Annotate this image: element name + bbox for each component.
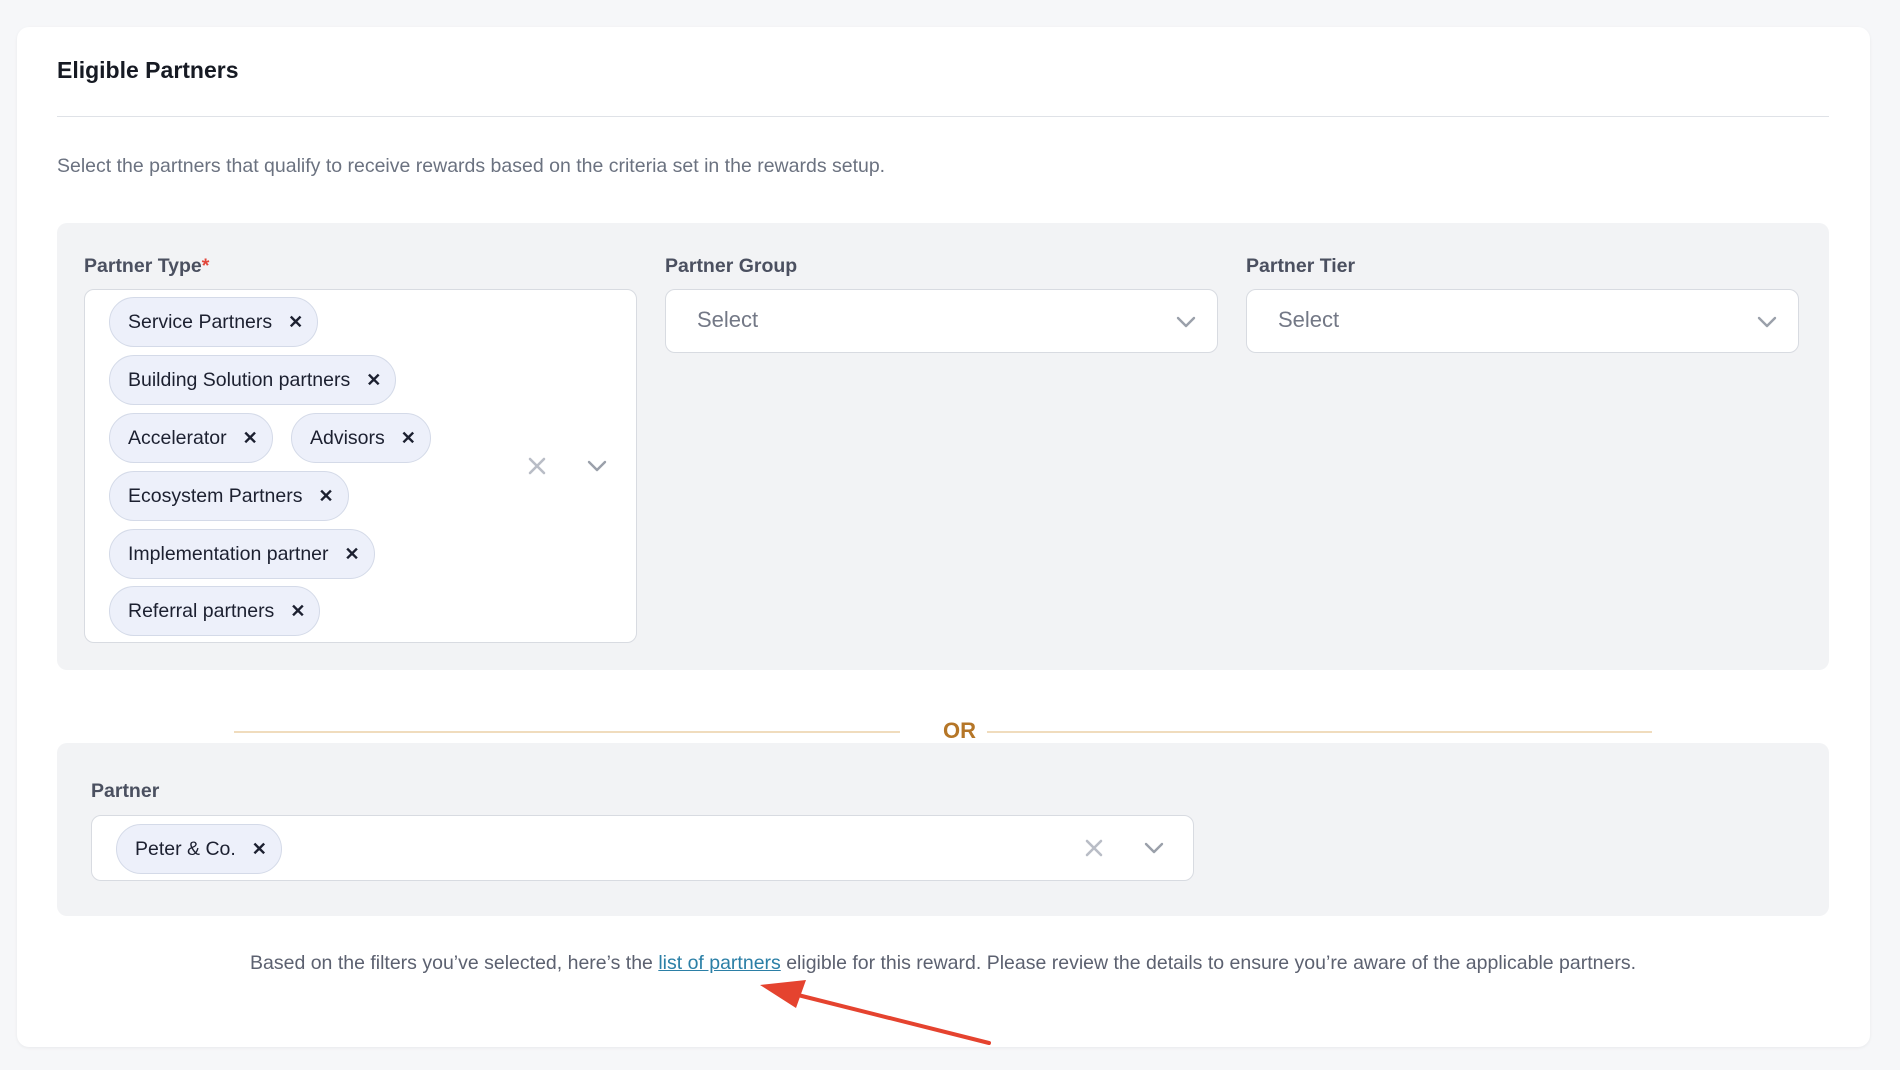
partner-panel: Partner Peter & Co. ✕ bbox=[57, 743, 1829, 916]
partner-group-select[interactable]: Select bbox=[665, 289, 1218, 353]
clear-icon[interactable] bbox=[1082, 836, 1106, 860]
close-icon[interactable]: ✕ bbox=[243, 429, 258, 447]
partner-tier-select[interactable]: Select bbox=[1246, 289, 1799, 353]
chip-peter-and-co: Peter & Co. ✕ bbox=[116, 824, 282, 874]
partner-tier-placeholder: Select bbox=[1278, 307, 1340, 332]
chevron-down-icon[interactable] bbox=[1755, 310, 1779, 334]
close-icon[interactable]: ✕ bbox=[318, 487, 333, 505]
clear-icon[interactable] bbox=[525, 454, 549, 478]
chip-service-partners: Service Partners ✕ bbox=[109, 297, 319, 347]
or-divider-right bbox=[987, 731, 1652, 733]
chip-implementation-partner: Implementation partner ✕ bbox=[109, 529, 375, 579]
partner-type-multiselect[interactable]: Service Partners ✕ Building Solution par… bbox=[84, 289, 637, 643]
close-icon[interactable]: ✕ bbox=[345, 545, 360, 563]
section-title: Eligible Partners bbox=[57, 57, 239, 83]
eligible-partners-card: Eligible Partners Select the partners th… bbox=[17, 27, 1870, 1047]
close-icon[interactable]: ✕ bbox=[252, 840, 267, 858]
partner-tier-label: Partner Tier bbox=[1246, 255, 1356, 277]
close-icon[interactable]: ✕ bbox=[290, 602, 305, 620]
chevron-down-icon[interactable] bbox=[585, 454, 609, 478]
title-divider bbox=[57, 116, 1829, 117]
chip-referral-partners: Referral partners ✕ bbox=[109, 586, 321, 636]
partner-label: Partner bbox=[91, 780, 160, 802]
or-divider-label: OR bbox=[943, 718, 976, 743]
partner-multiselect[interactable]: Peter & Co. ✕ bbox=[91, 815, 1194, 881]
partner-group-placeholder: Select bbox=[697, 307, 759, 332]
chip-building-solution-partners: Building Solution partners ✕ bbox=[109, 355, 397, 405]
section-description: Select the partners that qualify to rece… bbox=[57, 155, 886, 177]
required-asterisk: * bbox=[201, 255, 210, 277]
filters-panel: Partner Type* Service Partners ✕ Buildin… bbox=[57, 223, 1829, 670]
eligible-partners-note: Based on the filters you’ve selected, he… bbox=[250, 952, 1636, 974]
partner-group-label: Partner Group bbox=[665, 255, 798, 277]
close-icon[interactable]: ✕ bbox=[401, 429, 416, 447]
list-of-partners-link[interactable]: list of partners bbox=[658, 952, 780, 974]
close-icon[interactable]: ✕ bbox=[366, 371, 381, 389]
partner-type-label: Partner Type* bbox=[84, 255, 210, 277]
or-divider-left bbox=[234, 731, 900, 733]
chevron-down-icon[interactable] bbox=[1142, 836, 1166, 860]
chip-accelerator: Accelerator ✕ bbox=[109, 413, 273, 463]
chevron-down-icon[interactable] bbox=[1174, 310, 1198, 334]
close-icon[interactable]: ✕ bbox=[288, 313, 303, 331]
chip-advisors: Advisors ✕ bbox=[291, 413, 431, 463]
chip-ecosystem-partners: Ecosystem Partners ✕ bbox=[109, 471, 349, 521]
